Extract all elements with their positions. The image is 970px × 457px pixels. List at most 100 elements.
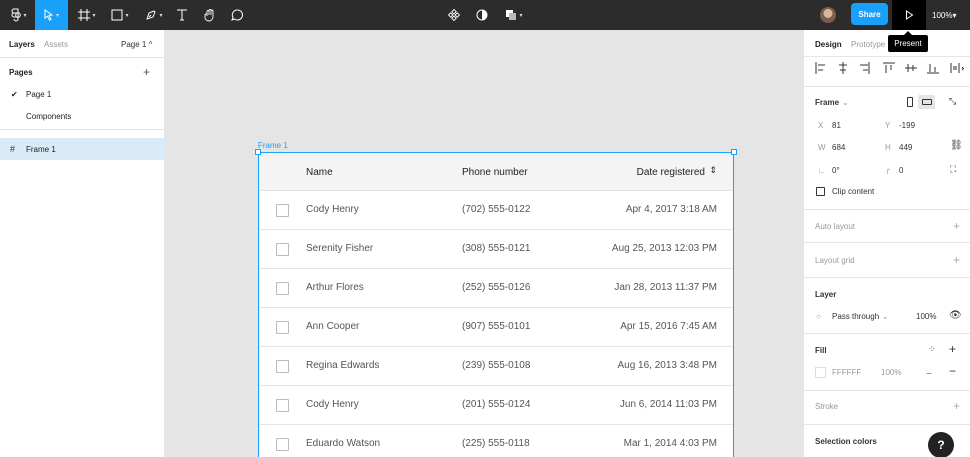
pen-icon (146, 10, 157, 20)
row-checkbox[interactable] (276, 243, 289, 256)
layer-item-frame-1[interactable]: # Frame 1 (0, 138, 165, 160)
hand-icon (204, 8, 214, 21)
remove-fill-icon[interactable]: − (949, 365, 956, 377)
layer-opacity-field[interactable]: 100% (916, 312, 936, 321)
resize-handle[interactable] (255, 149, 261, 155)
y-field[interactable]: -199 (899, 121, 915, 130)
page-item-page-1[interactable]: Page 1 (26, 90, 51, 99)
portrait-icon[interactable] (907, 97, 913, 107)
tab-assets[interactable]: Assets (44, 40, 68, 49)
chevron-down-icon: ▾ (159, 12, 163, 19)
hidden-eye-icon[interactable]: ⌣ (926, 368, 932, 379)
component-button[interactable] (445, 0, 463, 30)
contrast-icon (476, 9, 488, 21)
cell-phone: (252) 555-0126 (462, 282, 531, 293)
text-tool-button[interactable] (172, 0, 192, 30)
divider (804, 86, 970, 87)
help-button[interactable]: ? (928, 432, 954, 457)
h-field[interactable]: 449 (899, 143, 912, 152)
fill-swatch[interactable] (815, 367, 826, 378)
cell-date: Apr 15, 2016 7:45 AM (620, 321, 717, 332)
x-field[interactable]: 81 (832, 121, 841, 130)
align-icons[interactable] (814, 61, 965, 75)
chevron-down-icon: ▾ (125, 12, 129, 19)
row-checkbox[interactable] (276, 321, 289, 334)
table-header: Name Phone number Date registered ⇕ (259, 153, 733, 191)
rectangle-icon (111, 9, 123, 21)
style-icon[interactable]: ⁘ (928, 344, 936, 355)
tab-layers[interactable]: Layers (9, 40, 35, 49)
tab-prototype[interactable]: Prototype (851, 40, 885, 49)
frame-section-title[interactable]: Frame (815, 98, 839, 107)
hand-tool-button[interactable] (200, 0, 220, 30)
share-button[interactable]: Share (851, 3, 888, 25)
resize-to-fit-icon[interactable]: ⤡ (949, 96, 956, 107)
column-header-phone[interactable]: Phone number (462, 167, 528, 178)
row-checkbox[interactable] (276, 399, 289, 412)
sort-icon[interactable]: ⇕ (709, 165, 717, 176)
table-row[interactable]: Regina Edwards (239) 555-0108 Aug 16, 2013… (259, 347, 733, 386)
w-field[interactable]: 684 (832, 143, 845, 152)
frame-tool-button[interactable]: ▾ (74, 0, 100, 30)
cell-date: Apr 4, 2017 3:18 AM (625, 204, 717, 215)
comment-tool-button[interactable] (227, 0, 247, 30)
row-checkbox[interactable] (276, 360, 289, 373)
rotation-field[interactable]: 0° (832, 166, 840, 175)
main-menu-button[interactable]: ▾ (4, 0, 34, 30)
independent-corners-icon[interactable]: ⛶ (950, 164, 956, 175)
clip-content-checkbox[interactable] (816, 187, 825, 196)
figma-logo-icon (12, 8, 22, 22)
corner-radius-field[interactable]: 0 (899, 166, 903, 175)
rotation-icon: ∟ (818, 166, 826, 175)
divider (804, 390, 970, 391)
shape-tool-button[interactable]: ▾ (107, 0, 133, 30)
avatar[interactable] (820, 7, 836, 23)
column-header-name[interactable]: Name (306, 167, 333, 178)
page-item-components[interactable]: Components (26, 112, 71, 121)
frame-label[interactable]: Frame 1 (258, 141, 288, 150)
mask-button[interactable] (473, 0, 491, 30)
frame-1[interactable]: Name Phone number Date registered ⇕ Cody… (258, 152, 734, 457)
cell-phone: (702) 555-0122 (462, 204, 531, 215)
add-stroke-icon[interactable]: + (953, 400, 960, 412)
fill-section-title: Fill (815, 346, 827, 355)
cell-phone: (201) 555-0124 (462, 399, 531, 410)
add-layout-grid-icon[interactable]: + (953, 254, 960, 266)
table-row[interactable]: Serenity Fisher (308) 555-0121 Aug 25, 201… (259, 230, 733, 269)
chevron-down-icon: ⌄ (882, 312, 889, 321)
row-checkbox[interactable] (276, 282, 289, 295)
table-row[interactable]: Eduardo Watson (225) 555-0118 Mar 1, 2014 … (259, 425, 733, 457)
fill-hex-field[interactable]: FFFFFF (832, 368, 861, 377)
zoom-dropdown[interactable]: 100% ▾ (932, 0, 956, 30)
zoom-label: 100% (932, 10, 953, 20)
constrain-proportions-icon[interactable]: ⛓ (950, 140, 963, 151)
cell-date: Jan 28, 2013 11:37 PM (614, 282, 717, 293)
table-row[interactable]: Cody Henry (201) 555-0124 Jun 6, 2014 11:0… (259, 386, 733, 425)
cell-date: Aug 25, 2013 12:03 PM (611, 243, 717, 254)
checkmark-icon: ✔ (11, 90, 18, 99)
fill-opacity-field[interactable]: 100% (881, 368, 901, 377)
cell-name: Regina Edwards (306, 360, 380, 371)
blend-mode-select[interactable]: Pass through (832, 312, 879, 321)
resize-handle[interactable] (731, 149, 737, 155)
move-tool-button[interactable]: ▾ (35, 0, 68, 30)
row-checkbox[interactable] (276, 204, 289, 217)
stroke-title: Stroke (815, 402, 839, 411)
pen-tool-button[interactable]: ▾ (141, 0, 167, 30)
table-row[interactable]: Arthur Flores (252) 555-0126 Jan 28, 2013 … (259, 269, 733, 308)
row-checkbox[interactable] (276, 438, 289, 451)
add-auto-layout-icon[interactable]: + (953, 220, 960, 232)
column-header-date[interactable]: Date registered (637, 167, 705, 178)
chevron-down-icon: ▾ (519, 12, 523, 19)
present-button[interactable] (892, 0, 926, 30)
boolean-button[interactable]: ▾ (502, 0, 526, 30)
add-page-icon[interactable]: + (143, 66, 150, 78)
tab-design[interactable]: Design (815, 40, 842, 49)
eye-icon[interactable]: 👁 (949, 310, 962, 321)
table-row[interactable]: Ann Cooper (907) 555-0101 Apr 15, 2016 7:4… (259, 308, 733, 347)
x-label: X (818, 121, 824, 130)
page-selector[interactable]: Page 1 ^ (121, 40, 152, 49)
add-fill-icon[interactable]: + (949, 343, 956, 355)
cell-date: Jun 6, 2014 11:03 PM (619, 399, 717, 410)
table-row[interactable]: Cody Henry (702) 555-0122 Apr 4, 2017 3:18… (259, 191, 733, 230)
